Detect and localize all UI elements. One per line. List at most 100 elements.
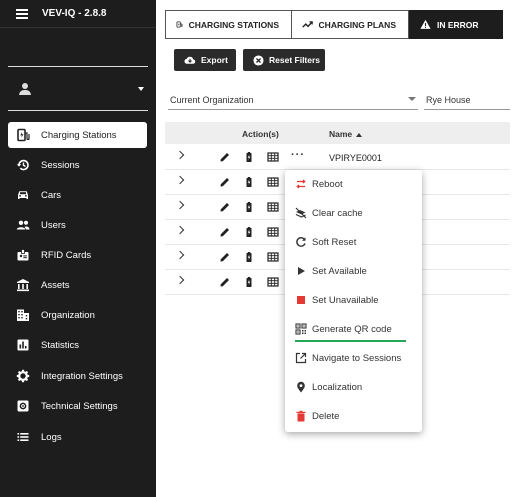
- sidebar-item-sessions[interactable]: Sessions: [8, 152, 147, 178]
- sidebar-item-logs[interactable]: Logs: [8, 424, 147, 450]
- menu-item-clear-cache[interactable]: Clear cache: [285, 199, 422, 228]
- sidebar-item-charging-stations[interactable]: Charging Stations: [8, 122, 147, 148]
- chevron-down-icon: [408, 97, 416, 101]
- menu-item-delete[interactable]: Delete: [285, 402, 422, 431]
- app-title: VEV-IQ - 2.8.8: [42, 8, 107, 19]
- divider: [8, 66, 148, 67]
- sidebar-item-label: RFID Cards: [41, 250, 92, 261]
- cancel-icon: [253, 54, 264, 66]
- charging-station-icon: [17, 128, 30, 142]
- menu-item-navigate-to-sessions[interactable]: Navigate to Sessions: [285, 344, 422, 373]
- chevron-right-icon[interactable]: [175, 175, 185, 185]
- sidebar-item-statistics[interactable]: Statistics: [8, 332, 147, 358]
- edit-icon[interactable]: [219, 176, 231, 188]
- reboot-icon: [296, 179, 306, 189]
- refresh-icon: [296, 237, 306, 247]
- settings-icon: [16, 369, 30, 383]
- menu-item-label: Reboot: [312, 179, 343, 190]
- chevron-right-icon[interactable]: [175, 150, 185, 160]
- sidebar-item-label: Cars: [41, 190, 62, 201]
- list-icon: [17, 433, 29, 441]
- organization-select-value: Current Organization: [170, 95, 254, 105]
- sidebar-item-integration-settings[interactable]: Integration Settings: [8, 363, 147, 389]
- tab-label: CHARGING STATIONS: [188, 19, 279, 30]
- battery-charging-icon[interactable]: [243, 201, 255, 213]
- edit-icon[interactable]: [219, 201, 231, 213]
- name-header[interactable]: Name: [329, 129, 363, 139]
- battery-charging-icon[interactable]: [243, 151, 255, 163]
- menu-item-label: Soft Reset: [312, 237, 357, 248]
- sidebar-item-assets[interactable]: Assets: [8, 272, 147, 298]
- menu-item-label: Generate QR code: [312, 324, 392, 335]
- edit-icon[interactable]: [219, 276, 231, 288]
- menu-item-soft-reset[interactable]: Soft Reset: [285, 228, 422, 257]
- sidebar: VEV-IQ - 2.8.8 Charging Stations Session…: [0, 0, 156, 497]
- actions-context-menu: Reboot Clear cache Soft Reset Set Availa…: [285, 170, 422, 432]
- menu-item-set-available[interactable]: Set Available: [285, 257, 422, 286]
- sidebar-item-label: Sessions: [41, 160, 80, 171]
- trend-icon: [302, 21, 313, 28]
- tab-label: CHARGING PLANS: [318, 19, 396, 30]
- tab-bar: CHARGING STATIONS CHARGING PLANS IN ERRO…: [165, 10, 503, 39]
- menu-item-localization[interactable]: Localization: [285, 373, 422, 402]
- menu-item-reboot[interactable]: Reboot: [285, 170, 422, 199]
- tab-in-error[interactable]: IN ERROR: [409, 10, 503, 39]
- chevron-right-icon[interactable]: [175, 225, 185, 235]
- users-icon: [16, 220, 30, 230]
- grid-icon[interactable]: [267, 151, 279, 163]
- sidebar-item-rfid-cards[interactable]: RFID Cards: [8, 242, 147, 268]
- chevron-right-icon[interactable]: [175, 250, 185, 260]
- menu-item-label: Localization: [312, 382, 363, 393]
- tab-charging-stations[interactable]: CHARGING STATIONS: [165, 10, 292, 39]
- chevron-right-icon[interactable]: [175, 275, 185, 285]
- trash-icon: [296, 410, 306, 422]
- site-field-value: Rye House: [426, 95, 471, 105]
- name-header-label: Name: [329, 129, 353, 139]
- history-icon: [16, 159, 29, 171]
- bank-icon: [17, 279, 29, 292]
- organization-select[interactable]: Current Organization: [168, 88, 418, 110]
- sidebar-item-label: Organization: [41, 310, 95, 321]
- sidebar-item-cars[interactable]: Cars: [8, 182, 147, 208]
- battery-charging-icon[interactable]: [243, 176, 255, 188]
- sidebar-item-organization[interactable]: Organization: [8, 302, 147, 328]
- grid-icon[interactable]: [267, 176, 279, 188]
- sidebar-item-label: Statistics: [41, 340, 80, 351]
- menu-item-label: Delete: [312, 411, 340, 422]
- sidebar-item-label: Users: [41, 220, 66, 231]
- menu-item-generate-qr-code[interactable]: Generate QR code: [285, 315, 422, 344]
- user-menu[interactable]: [8, 74, 148, 104]
- sidebar-item-label: Charging Stations: [41, 130, 117, 141]
- battery-charging-icon[interactable]: [243, 276, 255, 288]
- reset-filters-label: Reset Filters: [269, 55, 321, 65]
- edit-icon[interactable]: [219, 226, 231, 238]
- menu-item-label: Set Available: [312, 266, 367, 277]
- table-header: Action(s) Name: [165, 122, 510, 144]
- sidebar-item-users[interactable]: Users: [8, 212, 147, 238]
- cloud-download-icon: [184, 56, 196, 64]
- clear-cache-icon: [295, 207, 307, 219]
- more-actions-icon[interactable]: ···: [291, 149, 305, 161]
- sidebar-item-technical-settings[interactable]: Technical Settings: [8, 393, 147, 419]
- divider: [8, 110, 148, 111]
- export-button[interactable]: Export: [174, 49, 236, 71]
- play-icon: [298, 267, 305, 275]
- grid-icon[interactable]: [267, 226, 279, 238]
- ev-station-icon: [176, 21, 183, 28]
- edit-icon[interactable]: [219, 151, 231, 163]
- table-row[interactable]: ··· VPIRYE0001: [165, 146, 510, 170]
- site-field[interactable]: Rye House: [424, 88, 510, 110]
- reset-filters-button[interactable]: Reset Filters: [243, 49, 325, 71]
- grid-icon[interactable]: [267, 251, 279, 263]
- edit-icon[interactable]: [219, 251, 231, 263]
- station-name[interactable]: VPIRYE0001: [329, 153, 382, 163]
- battery-charging-icon[interactable]: [243, 251, 255, 263]
- grid-icon[interactable]: [267, 201, 279, 213]
- menu-icon[interactable]: [16, 9, 28, 19]
- export-label: Export: [201, 55, 228, 65]
- chevron-right-icon[interactable]: [175, 200, 185, 210]
- battery-charging-icon[interactable]: [243, 226, 255, 238]
- menu-item-set-unavailable[interactable]: Set Unavailable: [285, 286, 422, 315]
- grid-icon[interactable]: [267, 276, 279, 288]
- tab-charging-plans[interactable]: CHARGING PLANS: [292, 10, 409, 39]
